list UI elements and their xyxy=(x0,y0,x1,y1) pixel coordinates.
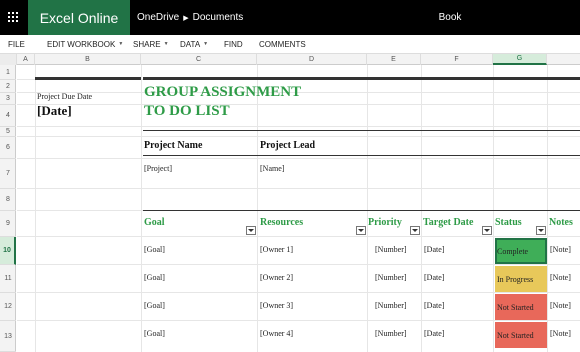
status-cell-complete[interactable]: Complete xyxy=(495,238,547,264)
project-header-rule xyxy=(143,155,580,156)
menu-share[interactable]: SHARE ▼ xyxy=(133,35,169,53)
breadcrumb-documents[interactable]: Documents xyxy=(193,12,244,23)
goal-cell[interactable]: [Goal] xyxy=(144,273,165,282)
column-header-g[interactable]: G xyxy=(493,54,547,65)
goal-cell[interactable]: [Goal] xyxy=(144,329,165,338)
notes-cell[interactable]: [Note] xyxy=(550,245,571,254)
chevron-down-icon: ▼ xyxy=(163,41,169,47)
notes-cell[interactable]: [Note] xyxy=(550,273,571,282)
goal-header: Goal xyxy=(144,217,165,228)
project-lead-value[interactable]: [Name] xyxy=(260,164,284,173)
status-cell-not-started[interactable]: Not Started xyxy=(495,294,547,320)
row-header-4[interactable]: 4 xyxy=(0,105,16,127)
column-header-d[interactable]: D xyxy=(257,54,367,65)
filter-dropdown-icon[interactable] xyxy=(536,226,546,235)
chevron-down-icon: ▼ xyxy=(118,41,124,47)
resources-cell[interactable]: [Owner 3] xyxy=(260,301,293,310)
document-title[interactable]: Book xyxy=(400,0,500,35)
row-header-1[interactable]: 1 xyxy=(0,65,16,80)
target-date-header: Target Date xyxy=(423,217,474,228)
project-section-rule xyxy=(143,130,580,131)
row-header-5[interactable]: 5 xyxy=(0,127,16,137)
breadcrumb-onedrive[interactable]: OneDrive xyxy=(137,12,179,23)
project-due-date-label: Project Due Date xyxy=(37,92,93,101)
select-all-corner[interactable] xyxy=(0,54,17,65)
header-rule-right xyxy=(143,77,580,80)
notes-header: Notes xyxy=(549,217,573,228)
resources-cell[interactable]: [Owner 2] xyxy=(260,273,293,282)
menu-comments-label: COMMENTS xyxy=(259,39,306,49)
row-header-7[interactable]: 7 xyxy=(0,159,16,189)
menu-comments[interactable]: COMMENTS xyxy=(259,35,306,53)
menu-edit-workbook[interactable]: EDIT WORKBOOK ▼ xyxy=(47,35,123,53)
menu-data-label: DATA xyxy=(180,39,201,49)
breadcrumb: OneDrive ▶ Documents xyxy=(137,0,243,35)
menu-file-label: FILE xyxy=(8,39,25,49)
target-date-cell[interactable]: [Date] xyxy=(424,329,444,338)
title-line-1: GROUP ASSIGNMENT xyxy=(144,84,302,100)
title-line-2: TO DO LIST xyxy=(144,103,230,119)
priority-cell[interactable]: [Number] xyxy=(375,301,407,310)
status-cell-in-progress[interactable]: In Progress xyxy=(495,266,547,292)
row-header-6[interactable]: 6 xyxy=(0,137,16,159)
filter-dropdown-icon[interactable] xyxy=(482,226,492,235)
target-date-cell[interactable]: [Date] xyxy=(424,245,444,254)
row-header-8[interactable]: 8 xyxy=(0,189,16,211)
row-header-3[interactable]: 3 xyxy=(0,93,16,105)
row-header-bar: 1 2 3 4 5 6 7 8 9 10 11 12 13 xyxy=(0,65,16,352)
title-bar: Excel Online OneDrive ▶ Documents Book xyxy=(0,0,580,35)
project-lead-header: Project Lead xyxy=(260,140,316,151)
priority-cell[interactable]: [Number] xyxy=(375,329,407,338)
filter-dropdown-icon[interactable] xyxy=(410,226,420,235)
column-header-a[interactable]: A xyxy=(17,54,35,65)
ribbon-menu: FILE EDIT WORKBOOK ▼ SHARE ▼ DATA ▼ FIND CO… xyxy=(0,35,580,53)
goal-cell[interactable]: [Goal] xyxy=(144,301,165,310)
filter-dropdown-icon[interactable] xyxy=(246,226,256,235)
resources-cell[interactable]: [Owner 4] xyxy=(260,329,293,338)
row-header-2[interactable]: 2 xyxy=(0,80,16,93)
menu-edit-workbook-label: EDIT WORKBOOK xyxy=(47,39,116,49)
project-name-value[interactable]: [Project] xyxy=(144,164,172,173)
resources-cell[interactable]: [Owner 1] xyxy=(260,245,293,254)
project-due-date-value[interactable]: [Date] xyxy=(37,103,72,119)
row-header-12[interactable]: 12 xyxy=(0,293,16,321)
column-header-f[interactable]: F xyxy=(421,54,493,65)
chevron-right-icon: ▶ xyxy=(183,14,189,22)
filter-dropdown-icon[interactable] xyxy=(356,226,366,235)
header-rule-left xyxy=(35,77,141,80)
priority-header: Priority xyxy=(368,217,402,228)
table-top-rule xyxy=(143,210,580,211)
app-brand[interactable]: Excel Online xyxy=(28,0,130,35)
priority-cell[interactable]: [Number] xyxy=(375,245,407,254)
chevron-down-icon: ▼ xyxy=(203,41,209,47)
row-header-10[interactable]: 10 xyxy=(0,237,16,265)
menu-share-label: SHARE xyxy=(133,39,161,49)
column-header-bar: A B C D E F G xyxy=(0,53,580,65)
menu-data[interactable]: DATA ▼ xyxy=(180,35,208,53)
column-header-b[interactable]: B xyxy=(35,54,141,65)
menu-find[interactable]: FIND xyxy=(224,35,243,53)
project-name-header: Project Name xyxy=(144,140,203,151)
status-header: Status xyxy=(495,217,522,228)
target-date-cell[interactable]: [Date] xyxy=(424,301,444,310)
column-header-c[interactable]: C xyxy=(141,54,257,65)
row-header-9[interactable]: 9 xyxy=(0,211,16,237)
goal-cell[interactable]: [Goal] xyxy=(144,245,165,254)
column-header-e[interactable]: E xyxy=(367,54,421,65)
row-header-11[interactable]: 11 xyxy=(0,265,16,293)
menu-file[interactable]: FILE xyxy=(8,35,25,53)
target-date-cell[interactable]: [Date] xyxy=(424,273,444,282)
menu-find-label: FIND xyxy=(224,39,243,49)
priority-cell[interactable]: [Number] xyxy=(375,273,407,282)
notes-cell[interactable]: [Note] xyxy=(550,301,571,310)
resources-header: Resources xyxy=(260,217,304,228)
row-header-13[interactable]: 13 xyxy=(0,321,16,352)
app-launcher-icon[interactable] xyxy=(0,0,28,35)
worksheet-grid[interactable]: Project Due Date [Date] GROUP ASSIGNMENT… xyxy=(17,65,580,352)
status-cell-not-started[interactable]: Not Started xyxy=(495,322,547,348)
notes-cell[interactable]: [Note] xyxy=(550,329,571,338)
